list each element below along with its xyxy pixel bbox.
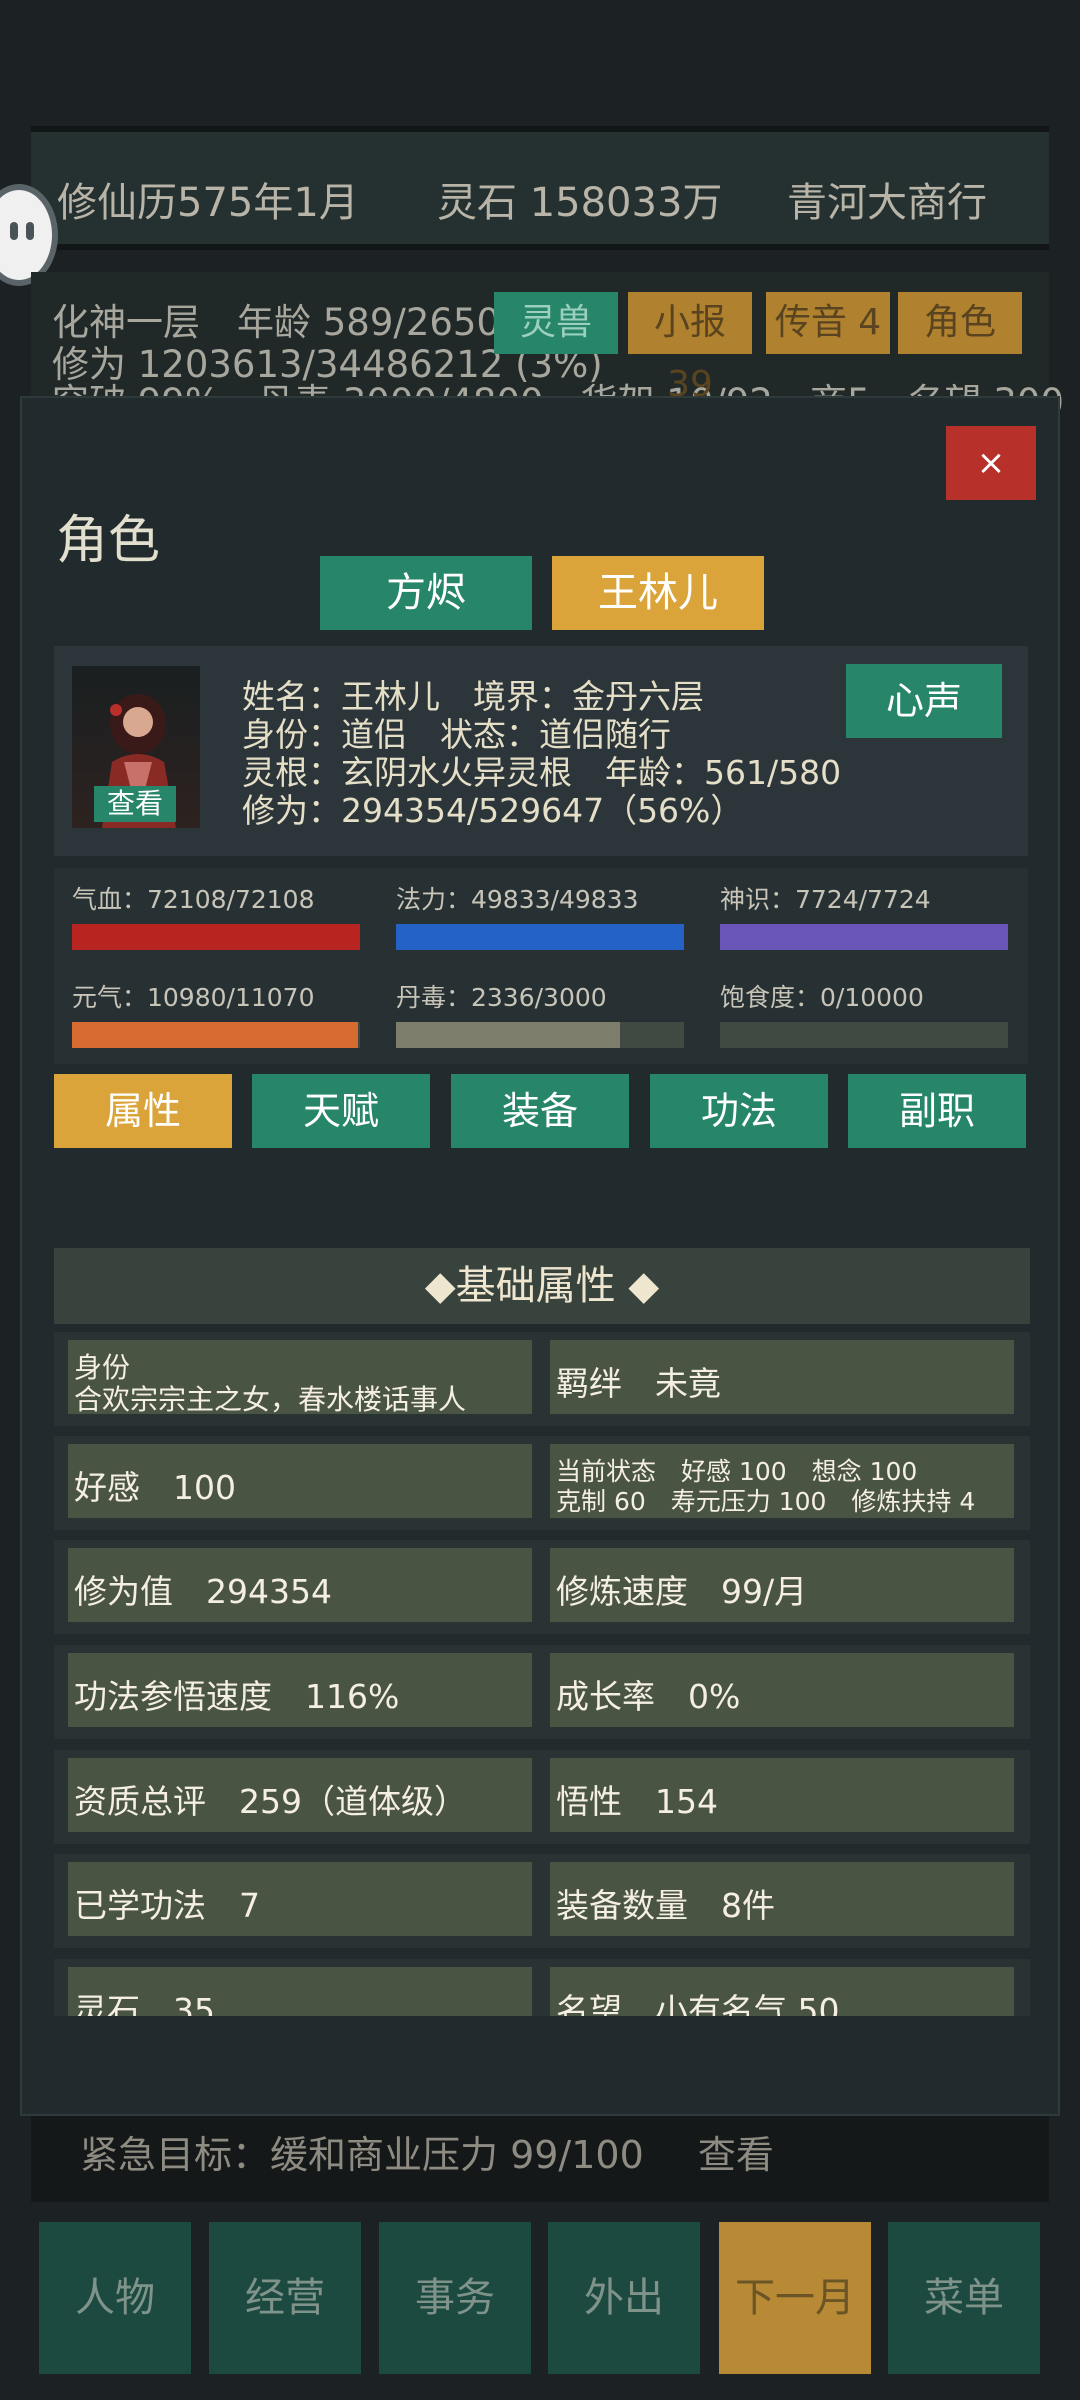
- pill-toxicity-bar: [396, 1022, 684, 1048]
- section-title: ◆基础属性 ◆: [54, 1248, 1030, 1324]
- message-button[interactable]: 传音 4: [766, 292, 890, 354]
- speed-cell: 修炼速度 99/月: [550, 1548, 1014, 1622]
- growth-cell: 成长率 0%: [550, 1653, 1014, 1727]
- view-portrait-button[interactable]: 查看: [94, 786, 176, 822]
- spirit-stone-count: 灵石 158033万: [437, 180, 723, 226]
- spirit-stone-value: 灵石 35: [74, 1991, 215, 2016]
- close-icon[interactable]: ×: [946, 426, 1036, 500]
- nav-character[interactable]: 人物: [39, 2222, 191, 2374]
- state-line-2: 克制 60 寿元压力 100 修炼扶持 4: [556, 1487, 976, 1516]
- tab-side-jobs[interactable]: 副职: [848, 1074, 1026, 1148]
- bond-value: 羁绊 未竟: [556, 1364, 721, 1403]
- growth-value: 成长率 0%: [556, 1677, 741, 1716]
- character-info-panel: 查看 姓名：王林儿 境界：金丹六层 身份：道侣 状态：道侣随行 灵根：玄阴水火异…: [54, 646, 1028, 856]
- equip-count-value: 装备数量 8件: [556, 1886, 775, 1925]
- comprehension-value: 悟性 154: [556, 1782, 718, 1821]
- character-tab-wanglinger[interactable]: 王林儿: [552, 556, 764, 630]
- nav-affairs[interactable]: 事务: [379, 2222, 531, 2374]
- urgent-goal: 紧急目标：缓和商业压力 99/100 查看: [80, 2124, 774, 2179]
- divine-sense-bar: [720, 924, 1008, 950]
- character-button[interactable]: 角色: [898, 292, 1022, 354]
- comprehension-cell: 悟性 154: [550, 1758, 1014, 1832]
- tab-techniques[interactable]: 功法: [650, 1074, 828, 1148]
- satiety-label: 饱食度：0/10000: [720, 983, 924, 1012]
- nav-menu[interactable]: 菜单: [888, 2222, 1040, 2374]
- attr-row: 好感 100 当前状态 好感 100 想念 100 克制 60 寿元压力 100…: [54, 1436, 1030, 1530]
- game-date: 修仙历575年1月: [57, 180, 359, 226]
- character-portrait: 查看: [72, 666, 200, 828]
- mana-label: 法力：49833/49833: [396, 885, 639, 914]
- nav-outing[interactable]: 外出: [548, 2222, 700, 2374]
- identity-value: 合欢宗宗主之女，春水楼话事人: [74, 1383, 467, 1416]
- insight-speed-value: 功法参悟速度 116%: [74, 1677, 400, 1716]
- fame-value: 名望 小有名气 50: [556, 1991, 840, 2016]
- spirit-stone-cell: 灵石 35: [68, 1967, 532, 2016]
- equip-count-cell: 装备数量 8件: [550, 1862, 1014, 1936]
- shop-name: 青河大商行: [787, 180, 987, 226]
- nav-business[interactable]: 经营: [209, 2222, 361, 2374]
- mana-bar: [396, 924, 684, 950]
- cultivation-cell: 修为值 294354: [68, 1548, 532, 1622]
- attr-row: 功法参悟速度 116% 成长率 0%: [54, 1645, 1030, 1739]
- learned-value: 已学功法 7: [74, 1886, 260, 1925]
- attr-row: 已学功法 7 装备数量 8件: [54, 1854, 1030, 1948]
- inner-voice-button[interactable]: 心声: [846, 664, 1002, 738]
- top-status-bar: 修仙历575年1月 灵石 158033万 青河大商行: [31, 126, 1049, 250]
- vitality-label: 元气：10980/11070: [72, 983, 315, 1012]
- speed-value: 修炼速度 99/月: [556, 1572, 808, 1611]
- attr-row: 修为值 294354 修炼速度 99/月: [54, 1540, 1030, 1634]
- vitality-bar: [72, 1022, 360, 1048]
- vitals-panel: 气血：72108/72108 法力：49833/49833 神识：7724/77…: [54, 868, 1028, 1064]
- tab-attributes[interactable]: 属性: [54, 1074, 232, 1148]
- hp-label: 气血：72108/72108: [72, 885, 315, 914]
- satiety-bar: [720, 1022, 1008, 1048]
- favor-value: 好感 100: [74, 1468, 236, 1507]
- identity-cell: 身份 合欢宗宗主之女，春水楼话事人: [68, 1340, 532, 1416]
- character-tab-fangjin[interactable]: 方烬: [320, 556, 532, 630]
- nav-next-month[interactable]: 下一月: [719, 2222, 871, 2374]
- goal-text: 紧急目标：缓和商业压力 99/100: [80, 2133, 644, 2177]
- attr-row: 身份 合欢宗宗主之女，春水楼话事人 羁绊 未竟: [54, 1332, 1030, 1426]
- cultivation-value: 修为值 294354: [74, 1572, 332, 1611]
- learned-cell: 已学功法 7: [68, 1862, 532, 1936]
- aptitude-value: 资质总评 259（道体级）: [74, 1782, 467, 1821]
- character-modal: × 角色 方烬 王林儿 查看 姓名：王林儿 境界：金丹六层 身份：道侣 状态：道…: [20, 396, 1060, 2116]
- attribute-grid: 身份 合欢宗宗主之女，春水楼话事人 羁绊 未竟 好感 100 当前状态 好感 1…: [54, 1332, 1030, 2016]
- divine-sense-label: 神识：7724/7724: [720, 885, 931, 914]
- hp-bar: [72, 924, 360, 950]
- pill-toxicity-label: 丹毒：2336/3000: [396, 983, 607, 1012]
- bond-cell: 羁绊 未竟: [550, 1340, 1014, 1414]
- goal-view-link[interactable]: 查看: [698, 2133, 774, 2177]
- aptitude-cell: 资质总评 259（道体级）: [68, 1758, 532, 1832]
- info-cultivation: 修为：294354/529647（56%）: [242, 791, 744, 830]
- fame-cell: 名望 小有名气 50: [550, 1967, 1014, 2016]
- modal-title: 角色: [56, 511, 161, 571]
- attr-row: 资质总评 259（道体级） 悟性 154: [54, 1750, 1030, 1844]
- tab-equipment[interactable]: 装备: [451, 1074, 629, 1148]
- favor-cell: 好感 100: [68, 1444, 532, 1518]
- news-button[interactable]: 小报 39: [628, 292, 752, 405]
- attr-row: 灵石 35 名望 小有名气 50: [54, 1959, 1030, 2016]
- insight-speed-cell: 功法参悟速度 116%: [68, 1653, 532, 1727]
- state-cell: 当前状态 好感 100 想念 100 克制 60 寿元压力 100 修炼扶持 4: [550, 1444, 1014, 1518]
- bottom-nav: 人物 经营 事务 外出 下一月 菜单: [31, 2215, 1049, 2375]
- tab-talents[interactable]: 天赋: [252, 1074, 430, 1148]
- spirit-beast-button[interactable]: 灵兽: [494, 292, 618, 354]
